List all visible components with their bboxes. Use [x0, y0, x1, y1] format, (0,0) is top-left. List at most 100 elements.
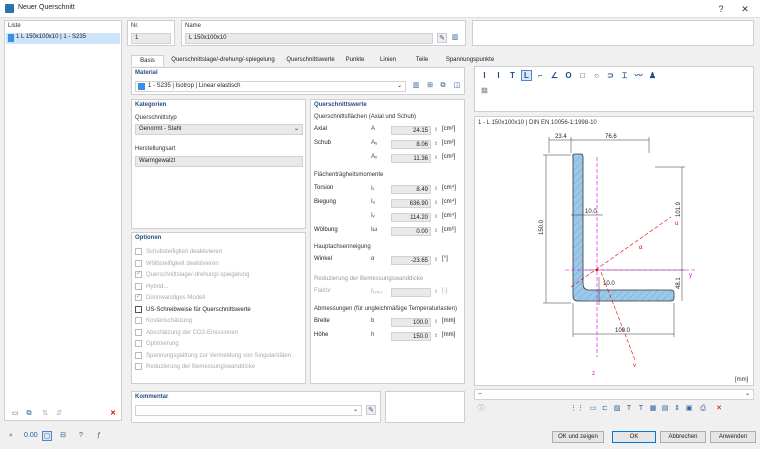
option-row[interactable]: Wölbsteifigkeit deaktivieren: [135, 259, 219, 270]
tab-querschnittslage[interactable]: Querschnittslage/-drehung/-spiegelung: [166, 55, 280, 66]
prop-symbol: Iₜ: [371, 186, 375, 192]
option-checkbox[interactable]: [135, 351, 142, 359]
rail-section-icon[interactable]: ⌶: [619, 70, 630, 81]
tab-querschnittswerte[interactable]: Querschnittswerte: [282, 55, 339, 66]
help-icon[interactable]: ?: [714, 3, 728, 15]
list-item[interactable]: 1 L 150x100x10 | 1 - S235: [6, 33, 120, 44]
tab-teile[interactable]: Teile: [409, 55, 435, 66]
fit-icon[interactable]: ▣: [684, 404, 694, 414]
option-row[interactable]: Dünnwandiges Modell: [135, 294, 205, 304]
props-panel: Querschnittswerte Querschnittsflächen (A…: [310, 99, 465, 384]
circle-section-icon[interactable]: ○: [591, 70, 602, 81]
ok-and-show-button[interactable]: OK und zeigen: [552, 431, 604, 443]
option-row[interactable]: Hybrid...: [135, 282, 168, 293]
option-checkbox[interactable]: [135, 328, 142, 336]
list-item-label: 1 L 150x100x10 | 1 - S235: [16, 34, 87, 40]
tab-basis[interactable]: Basis: [131, 55, 164, 66]
option-row[interactable]: US-Schreibweise für Querschnittswerte: [135, 305, 251, 316]
option-row[interactable]: Schubsteifigkeit deaktivieren: [135, 248, 222, 258]
material-info-icon[interactable]: ◫: [452, 81, 462, 91]
tab-punkte[interactable]: Punkte: [341, 55, 369, 66]
tab-linien[interactable]: Linien: [374, 55, 402, 66]
units-icon[interactable]: 0.00: [24, 431, 38, 441]
comment-edit-icon[interactable]: ✎: [366, 405, 376, 415]
text-size-icon[interactable]: T: [636, 404, 646, 414]
copy-item-icon[interactable]: ⧉: [24, 409, 34, 419]
angle-section-icon[interactable]: ⌐: [535, 70, 546, 81]
option-row[interactable]: Kostenschätzung: [135, 317, 192, 327]
option-checkbox[interactable]: [135, 248, 142, 255]
wave-section-icon[interactable]: 〰: [633, 70, 644, 81]
align-icon[interactable]: ⇕: [672, 404, 682, 414]
new-item-icon[interactable]: ▭: [10, 409, 20, 419]
option-checkbox[interactable]: [135, 363, 142, 370]
cancel-button[interactable]: Abbrechen: [660, 431, 706, 443]
hatching-icon[interactable]: ▨: [612, 404, 622, 414]
renumber-icon[interactable]: ⇅: [40, 409, 50, 419]
grid-icon[interactable]: ▦: [648, 404, 658, 414]
box-section-icon[interactable]: □: [577, 70, 588, 81]
nr-field[interactable]: 1: [131, 33, 171, 44]
dim-top-right-label: 76.6: [605, 134, 617, 140]
text-icon[interactable]: T: [624, 404, 634, 414]
close-icon[interactable]: ✕: [738, 3, 752, 15]
info-icon[interactable]: ⓘ: [476, 404, 486, 414]
help-icon[interactable]: ?: [76, 431, 86, 441]
z-section-icon[interactable]: ∠: [549, 70, 560, 81]
apply-button[interactable]: Anwenden: [710, 431, 756, 443]
edit-material-icon[interactable]: ⧉: [438, 81, 448, 91]
option-checkbox[interactable]: [135, 294, 142, 301]
delete-icon[interactable]: ✕: [108, 409, 118, 419]
chevron-down-icon: ⌄: [293, 126, 299, 132]
prop-label: Schub: [314, 140, 332, 146]
print-icon[interactable]: ⎙: [698, 404, 708, 414]
tab-spannungspunkte[interactable]: Spannungspunkte: [440, 55, 500, 66]
name-field[interactable]: L 150x100x10: [185, 33, 433, 44]
axis-u-label: u: [675, 221, 678, 227]
edit-name-icon[interactable]: ✎: [437, 33, 447, 43]
option-checkbox[interactable]: [135, 271, 142, 278]
close-preview-icon[interactable]: ✕: [714, 404, 724, 414]
prop-symbol: Iᵥ: [371, 213, 375, 219]
option-row[interactable]: Querschnittslage/-drehung/-spiegelung: [135, 271, 249, 281]
spin-icon: ⇕: [433, 289, 439, 295]
user-section-icon[interactable]: ⊠: [479, 85, 490, 96]
option-checkbox[interactable]: [135, 317, 142, 324]
c-section-icon[interactable]: ⊃: [605, 70, 616, 81]
library-icon[interactable]: ▥: [450, 33, 460, 43]
prop-unit: [cm²]: [442, 154, 456, 160]
option-checkbox[interactable]: [135, 340, 142, 347]
structure-icon[interactable]: ⊟: [58, 431, 68, 441]
l-section-icon[interactable]: L: [521, 70, 532, 81]
option-row[interactable]: Reduzierung der Bemessungswanddicke: [135, 363, 255, 373]
i-section-icon[interactable]: I: [479, 70, 490, 81]
function-icon[interactable]: ƒ: [94, 431, 104, 441]
option-row[interactable]: Optimierung: [135, 340, 179, 350]
view-options-icon[interactable]: ⋮⋮: [570, 404, 584, 414]
prop-label: Faktor: [314, 288, 332, 294]
preview-dropdown[interactable]: -- ⌄: [474, 389, 754, 400]
display-icon[interactable]: ▭: [588, 404, 598, 414]
pipe-section-icon[interactable]: O: [563, 70, 574, 81]
option-checkbox[interactable]: [135, 305, 142, 313]
i-section-variant-icon[interactable]: I: [493, 70, 504, 81]
option-checkbox[interactable]: [135, 282, 142, 290]
comment-input[interactable]: ⌄: [135, 405, 362, 416]
dimensions-icon[interactable]: ⊏: [600, 404, 610, 414]
special-section-icon[interactable]: ♟: [647, 70, 658, 81]
prop-symbol: Iω: [371, 227, 378, 233]
option-checkbox[interactable]: [135, 259, 142, 267]
table-icon[interactable]: ▤: [660, 404, 670, 414]
option-row[interactable]: Abschätzung der CO2-Emissionen: [135, 328, 238, 339]
sort-icon[interactable]: ⇵: [54, 409, 64, 419]
option-row[interactable]: Spannungsglättung zur Vermeidung von Sin…: [135, 351, 291, 362]
new-material-icon[interactable]: ⊞: [425, 81, 435, 91]
search-icon[interactable]: ⌕: [6, 431, 16, 441]
ok-button[interactable]: OK: [612, 431, 656, 443]
material-library-icon[interactable]: ▥: [411, 81, 421, 91]
material-select[interactable]: 1 - S235 | Isotrop | Linear elastisch ⌄: [135, 81, 406, 92]
section-type-select[interactable]: Genormt - Stahl ⌄: [135, 124, 303, 135]
shape-toolbar: I I T L ⌐ ∠ O □ ○ ⊃ ⌶ 〰 ♟ ⊠: [474, 66, 754, 112]
t-section-icon[interactable]: T: [507, 70, 518, 81]
color-icon[interactable]: ▢: [42, 431, 52, 441]
